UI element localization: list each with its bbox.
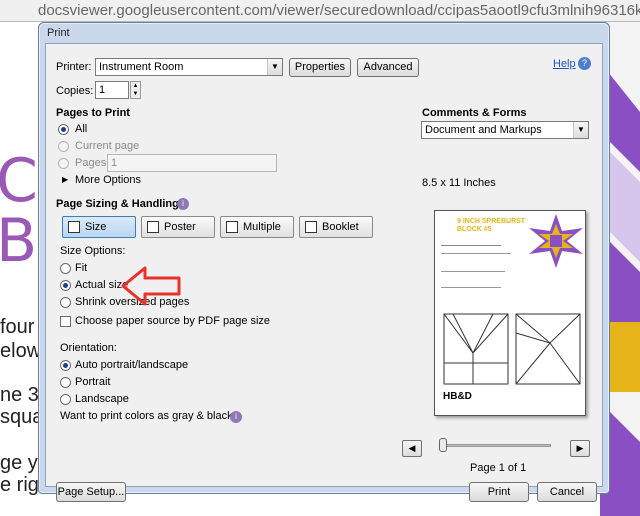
- preview-title-2: BLOCK #5: [457, 226, 492, 233]
- comments-forms-select[interactable]: Document and Markups ▼: [421, 121, 589, 139]
- multiple-tab[interactable]: Multiple: [220, 216, 294, 238]
- portrait-label: Portrait: [75, 376, 111, 388]
- size-icon: [68, 221, 80, 233]
- portrait-radio[interactable]: [60, 377, 71, 388]
- landscape-radio[interactable]: [60, 394, 71, 405]
- page-preview: 9 INCH SPREBURST BLOCK #5 HB&D: [434, 210, 586, 416]
- properties-button[interactable]: Properties: [289, 58, 351, 77]
- size-tab-label: Size: [85, 221, 107, 233]
- fit-radio[interactable]: [60, 263, 71, 274]
- preview-quilt-star: [529, 214, 583, 268]
- background-text-1: four: [0, 316, 35, 338]
- cancel-button[interactable]: Cancel: [537, 482, 597, 502]
- poster-tab-label: Poster: [164, 221, 196, 233]
- pages-range-value: 1: [111, 157, 118, 169]
- previous-page-button[interactable]: ◀: [402, 440, 422, 457]
- background-text-4: squa: [0, 406, 44, 428]
- page-slider-track[interactable]: [441, 444, 551, 447]
- info-icon[interactable]: i: [177, 198, 189, 210]
- copies-stepper[interactable]: ▲ ▼: [130, 81, 141, 99]
- preview-title-1: 9 INCH SPREBURST: [457, 218, 526, 225]
- dialog-body: Printer: Instrument Room ▼ Properties Ad…: [45, 43, 603, 502]
- shrink-radio[interactable]: [60, 297, 71, 308]
- multiple-tab-label: Multiple: [243, 221, 281, 233]
- paper-size-label: 8.5 x 11 Inches: [422, 177, 496, 189]
- all-pages-radio[interactable]: [58, 124, 69, 135]
- choose-paper-checkbox[interactable]: [60, 316, 71, 327]
- pages-radio[interactable]: [58, 158, 69, 169]
- preview-template-b: [515, 313, 581, 385]
- preview-logo: HB&D: [443, 391, 472, 402]
- copies-input[interactable]: 1: [95, 81, 129, 99]
- help-icon[interactable]: ?: [578, 57, 591, 70]
- triangle-right-icon[interactable]: ▶: [62, 175, 68, 184]
- poster-tab[interactable]: Poster: [141, 216, 215, 238]
- page-setup-button[interactable]: Page Setup...: [56, 482, 126, 502]
- page-sizing-heading: Page Sizing & Handling: [56, 198, 179, 210]
- copies-label: Copies:: [56, 85, 94, 97]
- pages-to-print-heading: Pages to Print: [56, 107, 130, 119]
- pages-range-input[interactable]: 1: [107, 154, 277, 172]
- gray-info-icon[interactable]: i: [230, 411, 242, 423]
- print-button[interactable]: Print: [469, 482, 529, 502]
- booklet-tab-label: Booklet: [322, 221, 359, 233]
- more-options-toggle[interactable]: More Options: [75, 174, 141, 186]
- help-link[interactable]: Help: [553, 58, 576, 70]
- printer-value: Instrument Room: [99, 61, 184, 73]
- page-counter: Page 1 of 1: [470, 462, 527, 474]
- printer-select[interactable]: Instrument Room ▼: [95, 58, 283, 76]
- gray-question: Want to print colors as gray & black?: [60, 410, 239, 422]
- pages-label: Pages: [75, 157, 107, 169]
- auto-orientation-label: Auto portrait/landscape: [75, 359, 189, 371]
- page-slider-thumb[interactable]: [439, 438, 447, 452]
- address-bar[interactable]: docsviewer.googleusercontent.com/viewer/…: [0, 0, 640, 22]
- chevron-down-icon: ▼: [573, 122, 588, 138]
- dialog-title: Print: [47, 27, 70, 39]
- actual-size-radio[interactable]: [60, 280, 71, 291]
- comments-forms-value: Document and Markups: [425, 124, 542, 136]
- size-tab[interactable]: Size: [62, 216, 136, 238]
- orientation-label: Orientation:: [60, 342, 117, 354]
- preview-template-a: [443, 313, 509, 385]
- multiple-icon: [226, 221, 238, 233]
- booklet-icon: [305, 221, 317, 233]
- all-pages-label: All: [75, 123, 88, 135]
- current-page-radio[interactable]: [58, 141, 69, 152]
- copies-value: 1: [99, 84, 106, 96]
- next-page-button[interactable]: ▶: [570, 440, 590, 457]
- auto-orientation-radio[interactable]: [60, 360, 71, 371]
- comments-forms-heading: Comments & Forms: [422, 107, 527, 119]
- choose-paper-label: Choose paper source by PDF page size: [75, 315, 271, 327]
- size-options-label: Size Options:: [60, 245, 126, 257]
- print-dialog: Print Printer: Instrument Room ▼ Propert…: [38, 22, 610, 502]
- current-page-label: Current page: [75, 140, 140, 152]
- advanced-button[interactable]: Advanced: [357, 58, 419, 77]
- printer-label: Printer:: [56, 61, 92, 73]
- fit-label: Fit: [75, 262, 88, 274]
- poster-icon: [147, 221, 159, 233]
- landscape-label: Landscape: [75, 393, 129, 405]
- red-arrow-annotation: [121, 266, 181, 306]
- booklet-tab[interactable]: Booklet: [299, 216, 373, 238]
- chevron-down-icon: ▼: [267, 59, 282, 75]
